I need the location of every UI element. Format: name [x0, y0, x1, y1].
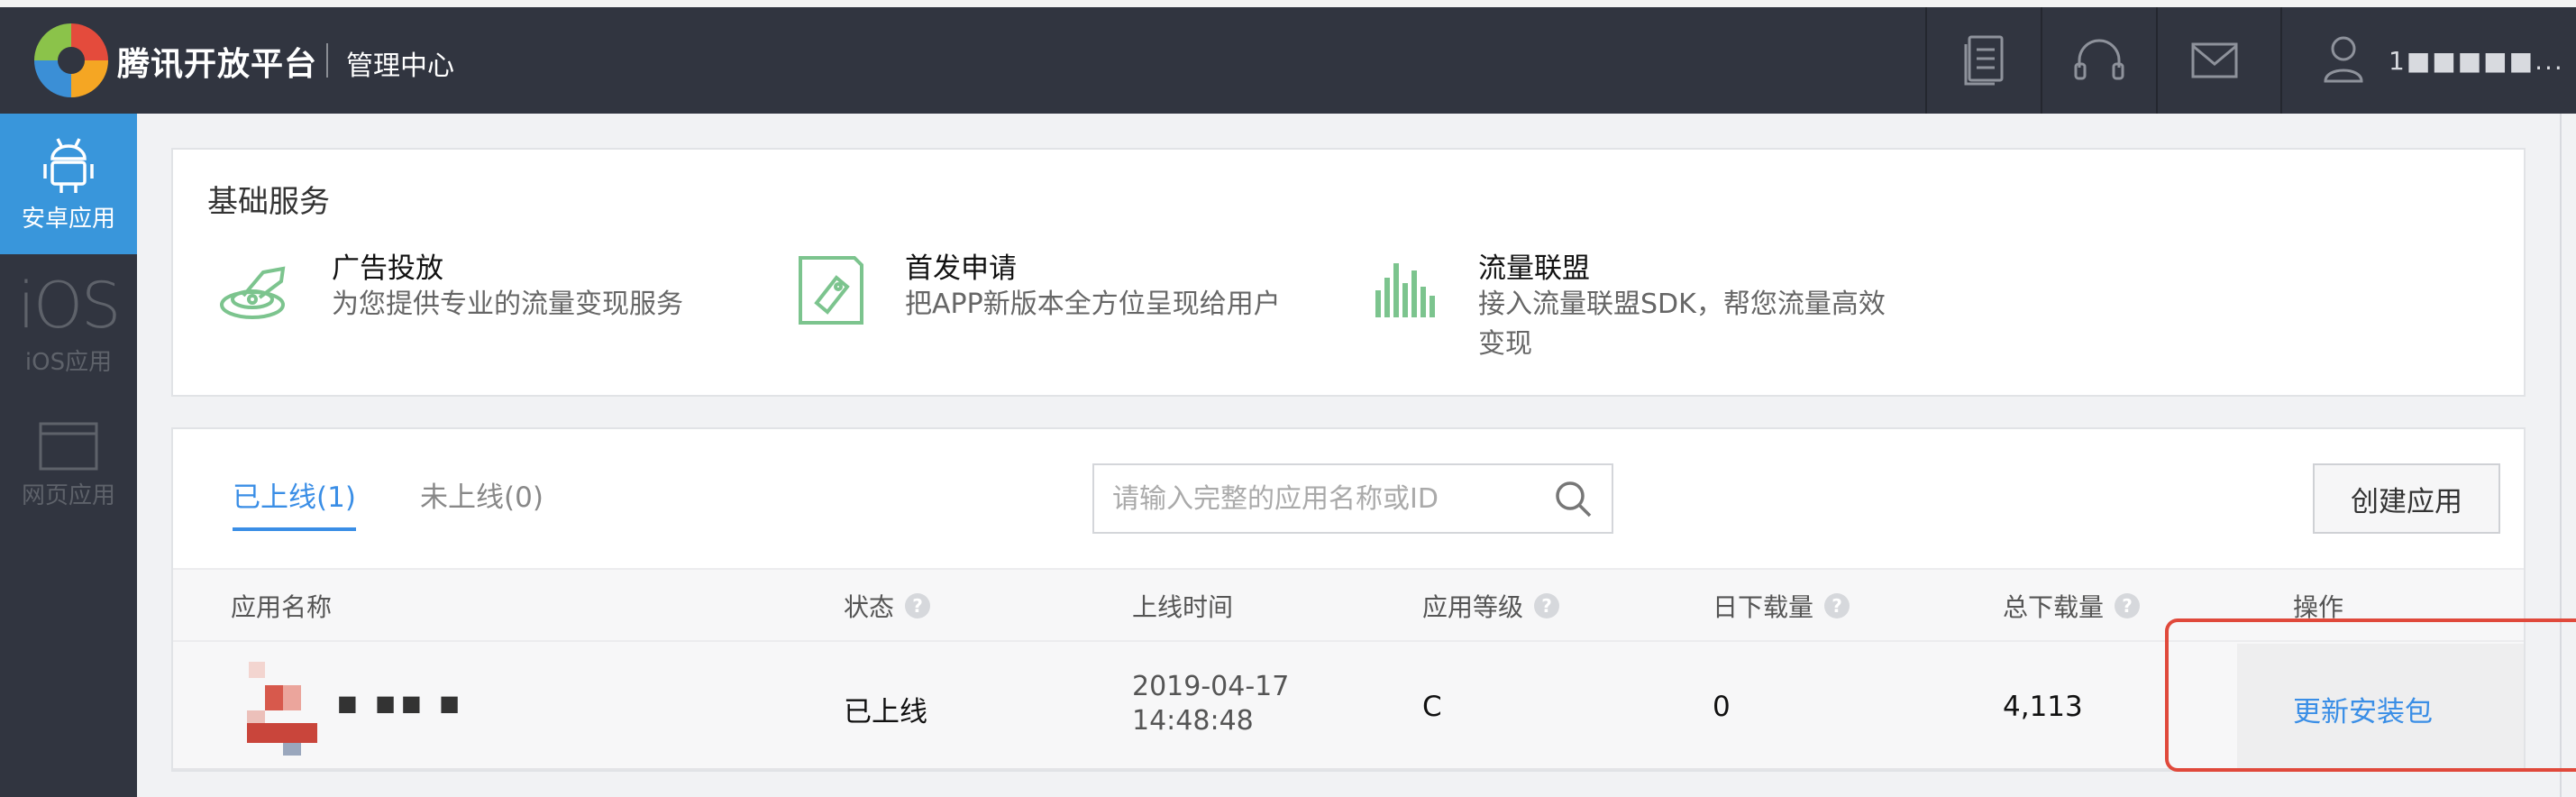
service-name-union[interactable]: 流量联盟 — [1478, 245, 1590, 286]
tab-online[interactable]: 已上线(1) — [233, 474, 356, 531]
ios-icon: iOS — [17, 268, 122, 343]
column-header-name: 应用名称 — [231, 592, 333, 622]
column-header-daily: 日下载量? — [1713, 588, 1850, 624]
service-name-ads[interactable]: 广告投放 — [332, 245, 443, 286]
top-bar: 腾讯开放平台 管理中心 1■■■■■... — [0, 0, 2576, 114]
user-icon — [2322, 34, 2365, 87]
app-time: 14:48:48 — [1132, 705, 1254, 737]
help-icon[interactable]: ? — [2115, 593, 2141, 618]
brand-title[interactable]: 腾讯开放平台 — [117, 38, 317, 85]
service-desc-union: 接入流量联盟SDK，帮您流量高效 — [1478, 289, 1886, 320]
highlight-box — [2165, 618, 2576, 772]
ad-delivery-icon[interactable] — [216, 251, 296, 330]
app-status: 已上线 — [844, 696, 927, 728]
user-name: 1■■■■■... — [2389, 45, 2564, 76]
column-header-date: 上线时间 — [1132, 592, 1234, 622]
search-icon[interactable] — [1554, 480, 1594, 519]
app-total-downloads: 4,113 — [2003, 691, 2083, 723]
browser-window-icon — [39, 422, 98, 470]
sidebar-item-ios[interactable]: iOS iOS应用 — [0, 254, 137, 395]
service-desc-union-line2: 变现 — [1478, 328, 1532, 360]
help-icon[interactable]: ? — [1824, 593, 1850, 618]
search-input[interactable] — [1112, 483, 1545, 515]
services-title: 基础服务 — [207, 184, 330, 220]
sidebar-item-label: iOS应用 — [24, 348, 113, 376]
column-header-total: 总下载量? — [2003, 588, 2141, 624]
column-header-grade: 应用等级? — [1422, 588, 1560, 624]
service-desc-launch: 把APP新版本全方位呈现给用户 — [905, 289, 1281, 320]
document-icon[interactable] — [1925, 7, 2041, 114]
service-name-launch[interactable]: 首发申请 — [905, 245, 1017, 286]
app-name[interactable]: ■ ■■ ■ — [337, 691, 465, 716]
service-desc-ads: 为您提供专业的流量变现服务 — [332, 289, 683, 320]
create-app-button[interactable]: 创建应用 — [2313, 463, 2500, 534]
mail-icon[interactable] — [2156, 7, 2271, 114]
top-strip — [0, 0, 2576, 7]
tag-icon[interactable] — [791, 251, 871, 330]
brand-subtitle[interactable]: 管理中心 — [346, 43, 454, 83]
help-icon[interactable]: ? — [1534, 593, 1560, 618]
sidebar-item-label: 安卓应用 — [21, 205, 115, 233]
user-menu[interactable]: 1■■■■■... — [2280, 7, 2576, 114]
app-daily-downloads: 0 — [1713, 691, 1731, 723]
services-card: 基础服务 广告投放 为您提供专业的流量变现服务 首发申请 把APP新版本全方位呈… — [171, 148, 2526, 397]
sidebar-item-label: 网页应用 — [21, 481, 115, 509]
headset-icon[interactable] — [2041, 7, 2156, 114]
column-header-status: 状态? — [844, 588, 931, 624]
brand-separator — [326, 43, 328, 78]
sidebar-item-web[interactable]: 网页应用 — [0, 395, 137, 536]
sidebar-item-android[interactable]: 安卓应用 — [0, 114, 137, 254]
app-date: 2019-04-17 — [1132, 671, 1290, 702]
bar-chart-icon[interactable] — [1372, 251, 1451, 330]
app-grade: C — [1422, 691, 1442, 723]
tencent-logo-icon[interactable] — [34, 23, 108, 97]
sidebar: 安卓应用 iOS iOS应用 网页应用 — [0, 114, 137, 797]
tab-offline[interactable]: 未上线(0) — [420, 474, 544, 527]
android-icon — [43, 137, 94, 193]
help-icon[interactable]: ? — [905, 593, 931, 618]
search-box — [1092, 463, 1613, 534]
